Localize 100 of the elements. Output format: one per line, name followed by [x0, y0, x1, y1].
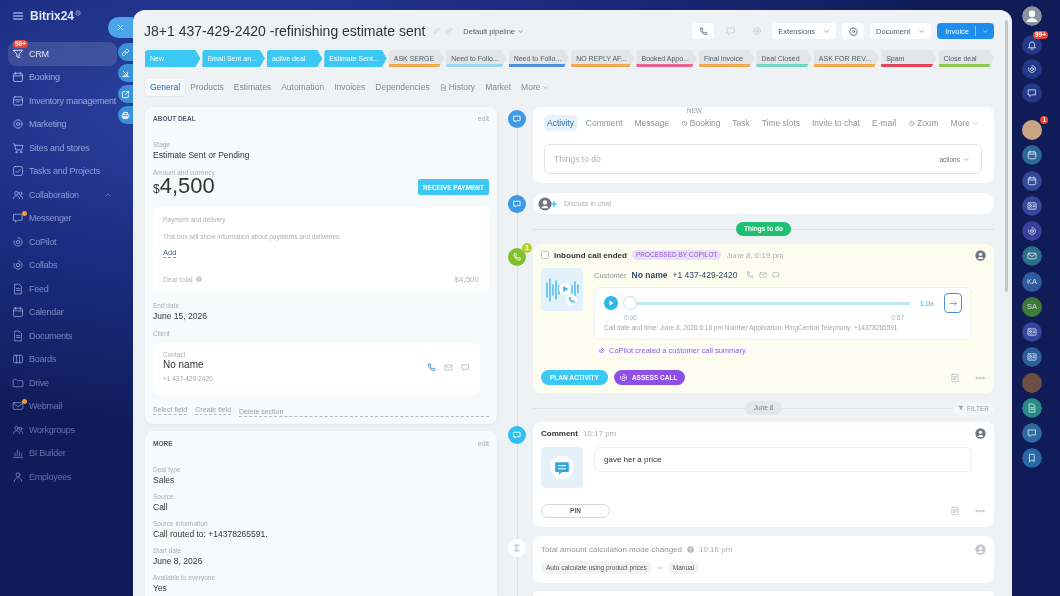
filter-icon — [958, 405, 965, 411]
progress-thumb[interactable] — [624, 297, 636, 309]
sigma-icon — [508, 539, 526, 557]
nav-item[interactable]: Messenger — [8, 206, 117, 230]
logo-text[interactable]: Bitrix24 — [30, 9, 75, 23]
bar-chart-icon — [12, 447, 24, 460]
contact-card-icon[interactable] — [1022, 195, 1042, 216]
tab[interactable]: Automation — [276, 78, 330, 96]
editor-tab[interactable]: More — [947, 115, 982, 131]
help-icon[interactable] — [687, 545, 694, 553]
phone-icon[interactable] — [746, 271, 755, 279]
nav-item[interactable]: Employees — [8, 465, 117, 489]
nav-item[interactable]: Inventory management — [8, 89, 117, 113]
caret-icon — [963, 155, 970, 163]
close-icon — [116, 23, 125, 32]
caret-icon — [542, 83, 550, 91]
funnel-icon — [12, 47, 24, 60]
tab[interactable]: Dependencies — [370, 78, 435, 96]
ring-icon[interactable] — [1022, 59, 1042, 79]
person-icon — [12, 470, 24, 483]
contact-card-icon[interactable] — [1022, 347, 1042, 368]
nav-item[interactable]: Webmail — [8, 394, 117, 418]
nav-item[interactable]: BI Builder — [8, 441, 117, 465]
editor-tab[interactable]: Comment — [582, 115, 626, 131]
nav-item[interactable]: Drive — [8, 371, 117, 395]
note-icon[interactable] — [950, 505, 960, 516]
nav-item[interactable]: CoPilot — [8, 230, 117, 254]
call-button[interactable] — [692, 23, 715, 39]
mail-icon[interactable] — [1022, 246, 1042, 267]
bookmark-icon[interactable] — [1022, 448, 1042, 469]
activity-time: 10:16 pm — [699, 544, 733, 554]
calendar-icon[interactable] — [1022, 145, 1042, 166]
phone-icon[interactable] — [427, 362, 436, 372]
minimize-button[interactable] — [118, 64, 133, 82]
tab[interactable]: Estimates — [228, 78, 277, 96]
tab[interactable]: Invoices — [329, 78, 371, 96]
ring-icon[interactable] — [1022, 221, 1042, 241]
calendar-icon[interactable] — [1022, 170, 1042, 191]
user-icon[interactable] — [975, 427, 986, 439]
open-window-button[interactable] — [118, 85, 133, 103]
nav-item[interactable]: Booking — [8, 65, 117, 89]
chat-icon[interactable] — [1022, 423, 1042, 443]
tab[interactable]: Products — [185, 78, 229, 96]
activity-time: 10:17 pm — [582, 428, 617, 438]
customer-phone-link[interactable]: +1 437-429-2420 — [672, 270, 738, 280]
customer-name-link[interactable]: No name — [631, 270, 668, 280]
tab[interactable]: General — [145, 78, 186, 96]
help-icon[interactable] — [195, 276, 202, 282]
activity-title: Comment — [541, 428, 578, 438]
clock-icon — [680, 119, 688, 127]
nav-item[interactable]: Calendar — [8, 300, 117, 324]
nav-item[interactable]: Collaboration — [8, 183, 117, 207]
field-value: June 8, 2026 — [153, 555, 204, 567]
activity-time: June 8, 6:19 pm — [726, 250, 784, 260]
editor-tab[interactable]: Zoom — [904, 115, 942, 131]
nav-item[interactable]: Documents — [8, 324, 117, 348]
caret-icon — [971, 119, 979, 127]
editor-tab[interactable]: Invite to chat — [808, 115, 864, 131]
scrollbar-thumb[interactable] — [1005, 20, 1008, 292]
cart-icon — [12, 141, 24, 154]
menu-icon[interactable] — [13, 12, 23, 20]
checkbox[interactable] — [541, 251, 549, 259]
checkbox-icon — [12, 165, 24, 178]
note-icon[interactable] — [950, 372, 960, 383]
nav-item[interactable]: Boards — [8, 347, 117, 371]
link-icon — [121, 47, 130, 57]
nav-item[interactable]: Marketing — [8, 112, 117, 136]
bell-icon[interactable] — [1022, 35, 1042, 55]
settings-button[interactable] — [842, 23, 865, 39]
nav-item[interactable]: Collabs — [8, 253, 117, 277]
arrow-icon — [948, 298, 958, 308]
tab[interactable]: More — [516, 78, 555, 96]
document-icon — [12, 282, 24, 295]
editor-tab[interactable]: Message — [631, 115, 672, 131]
play-icon[interactable] — [604, 296, 618, 310]
printer-icon — [121, 110, 130, 120]
editor-tab[interactable]: E-mail — [869, 115, 900, 131]
editor-tab[interactable]: Time slots — [758, 115, 804, 131]
user-icon[interactable] — [975, 249, 986, 261]
nav-item[interactable]: Sites and stores — [8, 136, 117, 160]
tab[interactable]: Market — [480, 78, 517, 96]
nav-item[interactable]: Workgroups — [8, 418, 117, 442]
ring-icon — [618, 373, 628, 382]
tab[interactable]: History — [434, 78, 481, 96]
person-icon[interactable] — [1022, 6, 1042, 26]
chat-icon[interactable] — [1022, 83, 1042, 103]
nav-item[interactable]: Feed — [8, 277, 117, 301]
nav-item[interactable]: Tasks and Projects — [8, 159, 117, 183]
transcript-button[interactable] — [944, 293, 962, 313]
copy-link-button[interactable] — [118, 43, 133, 61]
people-icon — [12, 188, 24, 201]
document-icon[interactable] — [1022, 397, 1042, 418]
print-button[interactable] — [118, 106, 133, 124]
editor-tab[interactable]: Task — [729, 115, 753, 131]
contact-card-icon[interactable] — [1022, 322, 1042, 342]
close-button[interactable] — [108, 17, 133, 38]
user-avatar[interactable] — [1022, 120, 1042, 140]
mail-icon — [12, 400, 24, 413]
editor-tab[interactable]: Activity — [544, 115, 577, 131]
contact-name[interactable]: No name — [163, 359, 419, 371]
